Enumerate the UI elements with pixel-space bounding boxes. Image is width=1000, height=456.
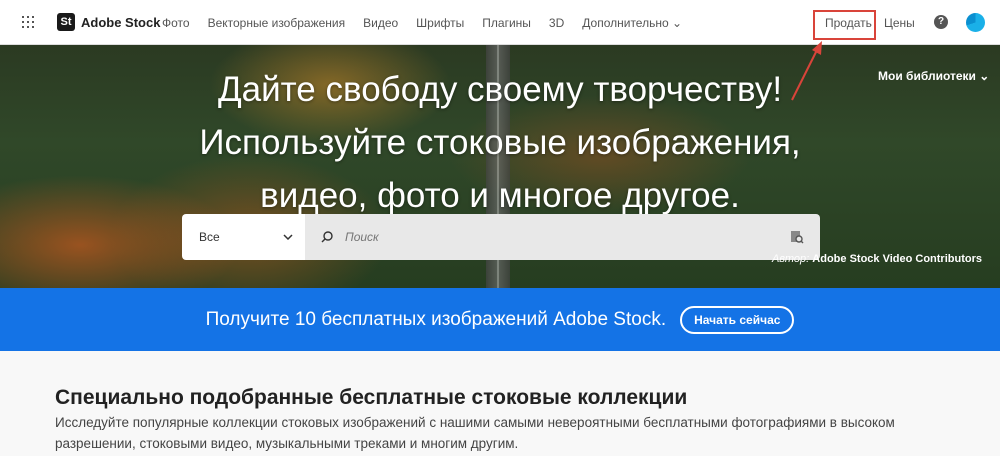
promo-banner: Получите 10 бесплатных изображений Adobe… (0, 288, 1000, 351)
top-navigation: St Adobe Stock Фото Векторные изображени… (0, 0, 1000, 45)
nav-video[interactable]: Видео (363, 16, 398, 30)
credit-prefix: Автор: (771, 253, 810, 265)
logo-text: Adobe Stock (81, 14, 161, 30)
logo-badge: St (57, 13, 75, 31)
nav-3d[interactable]: 3D (549, 16, 564, 30)
hero-title-line: Дайте свободу своему творчеству! (217, 70, 783, 109)
help-icon[interactable]: ? (934, 15, 948, 29)
nav-more[interactable]: Дополнительно ⌄ (582, 16, 682, 30)
section-title: Специально подобранные бесплатные стоков… (55, 386, 688, 409)
annotation-highlight-box (813, 10, 876, 40)
nav-photo[interactable]: Фото (162, 16, 190, 30)
credit-name: Adobe Stock Video Contributors (812, 253, 982, 265)
search-bar: Все (182, 214, 820, 260)
visual-search-icon[interactable] (790, 230, 804, 244)
category-select[interactable]: Все (182, 214, 305, 260)
pricing-link[interactable]: Цены (884, 16, 915, 30)
start-now-button[interactable]: Начать сейчас (680, 305, 795, 334)
search-input[interactable] (345, 230, 790, 244)
hero-title: Дайте свободу своему творчеству! Использ… (0, 63, 1000, 222)
main-nav: Фото Векторные изображения Видео Шрифты … (162, 16, 682, 30)
section-description: Исследуйте популярные коллекции стоковых… (55, 415, 895, 451)
promo-text: Получите 10 бесплатных изображений Adobe… (205, 308, 667, 330)
avatar[interactable] (966, 13, 985, 32)
nav-vector[interactable]: Векторные изображения (208, 16, 346, 30)
nav-fonts[interactable]: Шрифты (416, 16, 464, 30)
search-field (305, 214, 820, 260)
category-value: Все (199, 230, 220, 244)
nav-plugins[interactable]: Плагины (482, 16, 531, 30)
hero-title-line: Используйте стоковые изображения, (199, 123, 801, 162)
apps-grid-icon[interactable] (22, 16, 34, 28)
adobe-stock-logo[interactable]: St Adobe Stock (57, 13, 160, 31)
hero-banner: Дайте свободу своему творчеству! Использ… (0, 45, 1000, 288)
search-icon (321, 231, 333, 243)
image-credit: Автор: Adobe Stock Video Contributors (772, 253, 982, 265)
my-libraries-button[interactable]: Мои библиотеки ⌄ (878, 69, 989, 83)
free-collections-section: Специально подобранные бесплатные стоков… (55, 386, 955, 454)
chevron-down-icon (283, 234, 293, 240)
